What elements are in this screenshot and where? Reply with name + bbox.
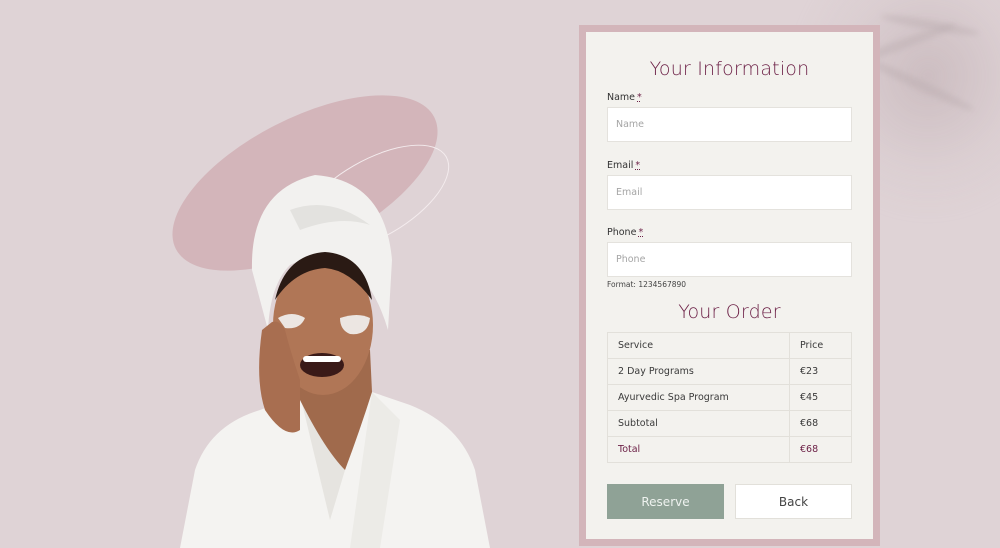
your-information-heading: Your Information (649, 58, 810, 80)
neck (300, 350, 372, 470)
required-marker: * (635, 160, 641, 171)
service-cell: 2 Day Programs (607, 358, 790, 385)
hand (259, 321, 300, 433)
phone-label-text: Phone (607, 227, 637, 238)
table-row: Subtotal €68 (607, 410, 852, 437)
required-marker: * (637, 92, 642, 103)
mouth (300, 353, 344, 377)
phone-label: Phone * (607, 227, 643, 238)
robe-shadow (300, 395, 345, 520)
robe-collar-right (350, 392, 400, 548)
email-input[interactable] (607, 175, 852, 210)
eye-patch-left (278, 314, 305, 329)
service-column-header: Service (607, 332, 790, 359)
reservation-card: Your Information Name* Email* Phone* For… (586, 32, 873, 539)
phone-format-hint: Format: 1234567890 (607, 280, 687, 289)
email-label-text: Email (607, 160, 634, 171)
eye-patch-right (340, 315, 370, 335)
name-input[interactable] (607, 107, 852, 142)
name-label: Name * (607, 92, 642, 103)
phone-input[interactable] (607, 242, 852, 277)
table-row: Ayurvedic Spa Program €45 (607, 384, 852, 411)
service-cell: Ayurvedic Spa Program (607, 384, 790, 411)
order-table: Service Price 2 Day Programs €23 Ayurved… (607, 332, 852, 463)
price-column-header: Price (789, 332, 852, 359)
total-row: Total €68 (607, 436, 852, 463)
reservation-card-frame: Your Information Name* Email* Phone* For… (579, 25, 880, 546)
table-row: 2 Day Programs €23 (607, 358, 852, 385)
subtotal-label: Subtotal (607, 410, 790, 437)
reserve-button[interactable]: Reserve (607, 484, 724, 519)
bathrobe (180, 392, 490, 548)
total-price: €68 (789, 436, 852, 463)
back-button[interactable]: Back (735, 484, 852, 519)
email-label: Email * (607, 160, 640, 171)
your-order-heading: Your Order (678, 301, 781, 323)
total-label: Total (607, 436, 790, 463)
required-marker: * (638, 227, 644, 238)
order-table-header: Service Price (607, 332, 852, 359)
subtotal-price: €68 (789, 410, 852, 437)
teeth (303, 356, 341, 362)
price-cell: €45 (789, 384, 852, 411)
price-cell: €23 (789, 358, 852, 385)
name-label-text: Name (607, 92, 636, 103)
face (273, 255, 373, 395)
